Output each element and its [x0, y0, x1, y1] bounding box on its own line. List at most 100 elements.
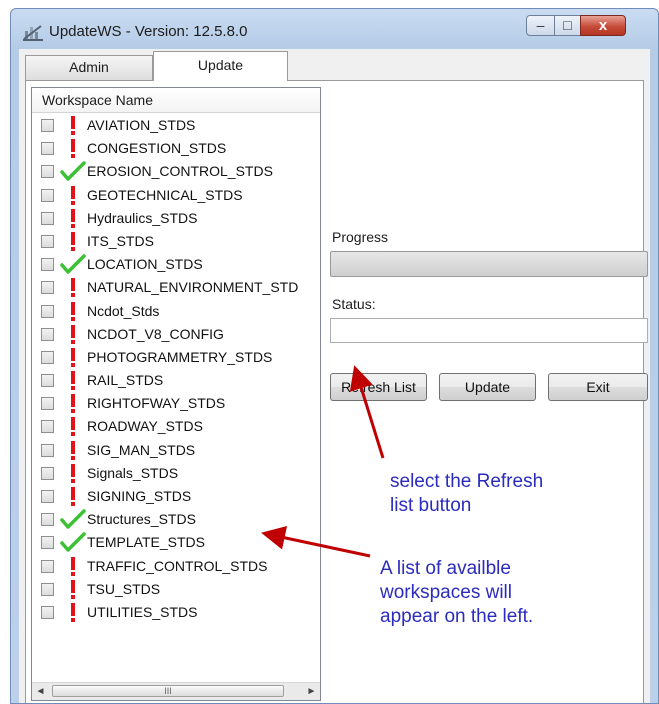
minimize-button[interactable]: –: [526, 15, 555, 36]
workspace-name: CONGESTION_STDS: [87, 140, 227, 157]
checkmark-icon: [60, 509, 86, 529]
workspace-checkbox[interactable]: [41, 234, 54, 248]
exclamation-icon: [71, 347, 75, 367]
workspace-checkbox[interactable]: [41, 258, 54, 272]
workspace-checkbox[interactable]: [41, 374, 54, 388]
list-item[interactable]: Hydraulics_STDS: [32, 207, 320, 230]
list-item[interactable]: CONGESTION_STDS: [32, 137, 320, 160]
workspace-checkbox[interactable]: [41, 188, 54, 202]
annotation-line: select the Refresh: [390, 471, 544, 492]
workspace-checkbox[interactable]: [41, 536, 54, 550]
workspace-checkbox[interactable]: [41, 397, 54, 411]
list-item[interactable]: EROSION_CONTROL_STDS: [32, 160, 320, 183]
list-item[interactable]: TEMPLATE_STDS: [32, 531, 320, 554]
exit-button[interactable]: Exit: [548, 373, 648, 401]
list-item[interactable]: RIGHTOFWAY_STDS: [32, 392, 320, 415]
workspace-checkbox[interactable]: [41, 142, 54, 156]
app-icon: [23, 25, 43, 41]
checkmark-icon: [60, 532, 86, 553]
list-item[interactable]: RAIL_STDS: [32, 369, 320, 392]
workspace-rows: AVIATION_STDS CONGESTION_STDS EROSION_CONT…: [32, 114, 320, 624]
title-bar[interactable]: UpdateWS - Version: 12.5.8.0 – □ x: [11, 9, 658, 49]
workspace-checkbox[interactable]: [41, 350, 54, 364]
list-item[interactable]: LOCATION_STDS: [32, 253, 320, 276]
exclamation-icon: [71, 394, 75, 414]
workspace-name: Ncdot_Stds: [87, 302, 160, 319]
workspace-checkbox[interactable]: [41, 490, 54, 503]
horizontal-scrollbar[interactable]: ◄ III ►: [32, 682, 320, 700]
exclamation-icon: [71, 139, 75, 159]
workspace-checkbox[interactable]: [41, 165, 54, 179]
exclamation-icon: [71, 185, 75, 205]
progress-bar: [330, 251, 648, 277]
workspace-name: NATURAL_ENVIRONMENT_STD: [87, 279, 299, 296]
workspace-checkbox[interactable]: [41, 420, 54, 434]
workspace-checkbox[interactable]: [41, 304, 54, 318]
workspace-checkbox[interactable]: [41, 327, 54, 341]
exclamation-icon: [71, 278, 75, 298]
maximize-button[interactable]: □: [554, 15, 581, 36]
close-icon: x: [598, 17, 608, 34]
workspace-name: NCDOT_V8_CONFIG: [87, 325, 224, 342]
workspace-name: TSU_STDS: [87, 580, 161, 597]
list-header-workspace-name[interactable]: Workspace Name: [32, 88, 320, 113]
list-item[interactable]: UTILITIES_STDS: [32, 601, 320, 624]
list-item[interactable]: GEOTECHNICAL_STDS: [32, 184, 320, 207]
exclamation-icon: [71, 463, 75, 483]
exclamation-icon: [71, 324, 75, 344]
update-button[interactable]: Update: [439, 373, 536, 401]
refresh-list-button[interactable]: Refresh List: [330, 373, 427, 401]
workspace-checkbox[interactable]: [41, 582, 54, 596]
list-item[interactable]: SIG_MAN_STDS: [32, 439, 320, 462]
exclamation-icon: [71, 231, 75, 251]
window-title: UpdateWS - Version: 12.5.8.0: [49, 23, 248, 40]
exclamation-icon: [71, 371, 75, 391]
annotation-line: appear on the left.: [380, 606, 534, 627]
scrollbar-thumb[interactable]: III: [52, 685, 284, 697]
app-window: UpdateWS - Version: 12.5.8.0 – □ x Admin…: [10, 8, 659, 704]
refresh-annotation: select the Refresh list button: [390, 470, 543, 518]
list-item[interactable]: ITS_STDS: [32, 230, 320, 253]
exclamation-icon: [71, 301, 75, 321]
tab-update[interactable]: Update: [153, 51, 288, 81]
workspace-name: PHOTOGRAMMETRY_STDS: [87, 348, 273, 365]
workspace-name: TEMPLATE_STDS: [87, 534, 205, 551]
list-item[interactable]: TSU_STDS: [32, 578, 320, 601]
workspace-checkbox[interactable]: [41, 281, 54, 295]
list-item[interactable]: NCDOT_V8_CONFIG: [32, 323, 320, 346]
workspace-checkbox[interactable]: [41, 443, 54, 457]
workspace-checkbox[interactable]: [41, 119, 54, 132]
workspace-checkbox[interactable]: [41, 513, 54, 527]
tab-admin[interactable]: Admin: [25, 55, 153, 80]
close-button[interactable]: x: [580, 15, 626, 36]
workspace-name: RAIL_STDS: [87, 372, 164, 389]
list-item[interactable]: AVIATION_STDS: [32, 114, 320, 137]
workspace-list[interactable]: Workspace Name AVIATION_STDS CONGESTION_S…: [31, 87, 321, 701]
status-field: [330, 318, 648, 343]
workspace-checkbox[interactable]: [41, 211, 54, 225]
workspace-checkbox[interactable]: [41, 605, 54, 619]
progress-label: Progress: [332, 229, 389, 245]
workspace-checkbox[interactable]: [41, 466, 54, 480]
update-tab-panel: Workspace Name AVIATION_STDS CONGESTION_S…: [25, 80, 648, 703]
list-item[interactable]: NATURAL_ENVIRONMENT_STD: [32, 276, 320, 299]
list-item[interactable]: Structures_STDS: [32, 508, 320, 531]
list-item[interactable]: ROADWAY_STDS: [32, 415, 320, 438]
workspace-name: UTILITIES_STDS: [87, 603, 198, 620]
list-item[interactable]: PHOTOGRAMMETRY_STDS: [32, 346, 320, 369]
exclamation-icon: [71, 487, 75, 506]
list-item[interactable]: Signals_STDS: [32, 462, 320, 485]
exclamation-icon: [71, 208, 75, 228]
list-item[interactable]: TRAFFIC_CONTROL_STDS: [32, 555, 320, 578]
workspace-checkbox[interactable]: [41, 559, 54, 573]
list-item[interactable]: SIGNING_STDS: [32, 485, 320, 508]
status-label: Status:: [332, 296, 376, 312]
scroll-right-icon[interactable]: ►: [303, 683, 320, 700]
workspace-name: SIG_MAN_STDS: [87, 441, 196, 458]
maximize-icon: □: [563, 17, 572, 33]
checkmark-icon: [60, 254, 86, 274]
list-item[interactable]: Ncdot_Stds: [32, 300, 320, 323]
scroll-left-icon[interactable]: ◄: [32, 683, 49, 700]
workspace-name: EROSION_CONTROL_STDS: [87, 163, 273, 180]
exclamation-icon: [71, 116, 75, 135]
